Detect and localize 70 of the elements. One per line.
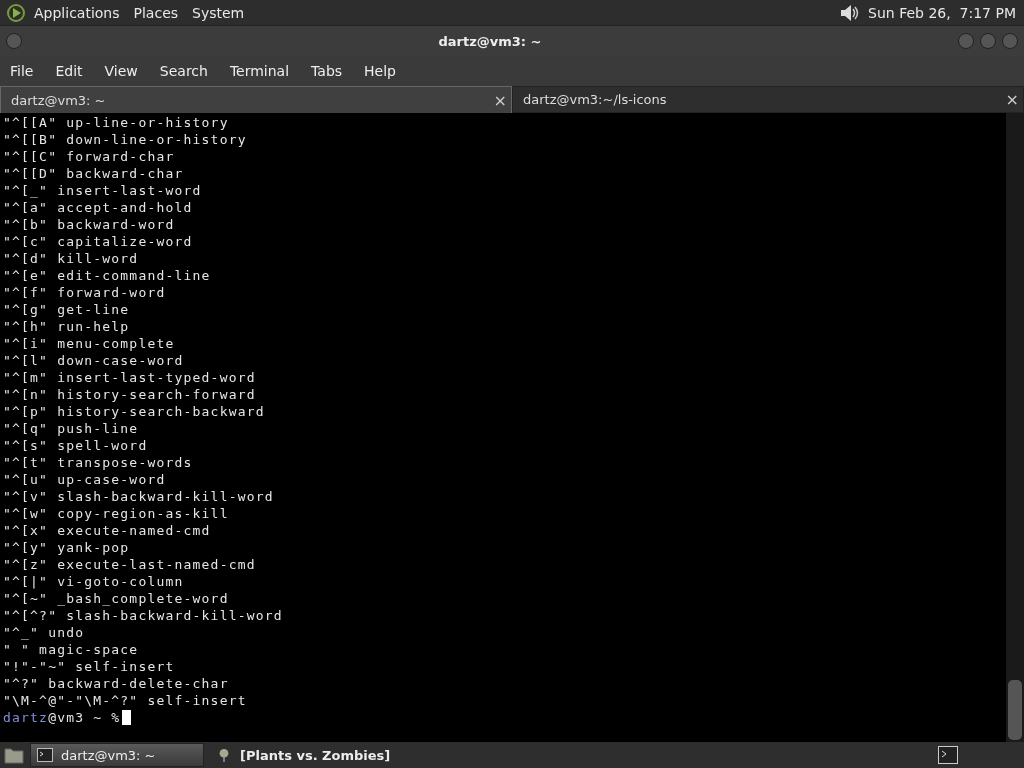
tab[interactable]: dartz@vm3: ~ × — [0, 86, 512, 113]
terminal-line: "^[e" edit-command-line — [3, 267, 212, 284]
prompt-host: @vm3 ~ % — [48, 710, 121, 725]
text-cursor — [122, 710, 132, 725]
terminal-line: "!"-"~" self-insert — [3, 658, 176, 675]
terminal-line: "^[^?" slash-backward-kill-word — [3, 607, 284, 624]
scrollbar-thumb[interactable] — [1008, 680, 1022, 740]
minimize-button[interactable] — [958, 33, 974, 49]
terminal-line: "^[g" get-line — [3, 301, 131, 318]
taskbar-window-button[interactable]: dartz@vm3: ~ — [30, 743, 204, 767]
terminal-line: "^[n" history-search-forward — [3, 386, 257, 403]
terminal-line: "^[_" insert-last-word — [3, 182, 203, 199]
folder-icon[interactable] — [4, 746, 24, 764]
tab-label[interactable]: dartz@vm3:~/ls-icons — [523, 92, 1006, 107]
terminal-line: "^[h" run-help — [3, 318, 131, 335]
terminal-line: "^[w" copy-region-as-kill — [3, 505, 230, 522]
tab-close-button[interactable]: × — [1005, 90, 1019, 109]
scrollbar[interactable] — [1006, 113, 1024, 742]
terminal-line: "^[[A" up-line-or-history — [3, 114, 230, 131]
menu-item[interactable]: Help — [364, 63, 396, 79]
terminal-line: "^[l" down-case-word — [3, 352, 185, 369]
tab-label[interactable]: dartz@vm3: ~ — [11, 92, 494, 108]
terminal-line: "^[z" execute-last-named-cmd — [3, 556, 257, 573]
tab-close-button[interactable]: × — [493, 90, 507, 110]
clock[interactable]: Sun Feb 26, 7:17 PM — [868, 4, 1016, 21]
menu-item[interactable]: View — [104, 63, 138, 79]
taskbar-window-button[interactable]: [Plants vs. Zombies] — [210, 744, 397, 766]
menu-item[interactable]: Edit — [55, 63, 83, 79]
maximize-button[interactable] — [980, 33, 996, 49]
terminal-icon[interactable] — [938, 746, 958, 764]
terminal-line: "^_" undo — [3, 624, 86, 641]
terminal-line: "^[|" vi-goto-column — [3, 573, 185, 590]
prompt-user: dartz — [3, 710, 49, 725]
terminal-line: "^[v" slash-backward-kill-word — [3, 488, 275, 505]
terminal-line: "^[y" yank-pop — [3, 539, 131, 556]
tab[interactable]: dartz@vm3:~/ls-icons × — [512, 86, 1024, 113]
terminal-line: "^[x" execute-named-cmd — [3, 522, 212, 539]
terminal-line: "^[[B" down-line-or-history — [3, 131, 248, 148]
terminal-line: "^[p" history-search-backward — [3, 403, 266, 420]
speaker-icon[interactable] — [838, 2, 861, 23]
terminal-area[interactable] — [0, 113, 1024, 742]
panel-menu[interactable]: System — [192, 4, 245, 21]
terminal-line: "^[[D" backward-char — [3, 165, 185, 182]
menu-item[interactable]: Tabs — [311, 63, 343, 79]
terminal-line: "^[s" spell-word — [3, 437, 149, 454]
terminal-line: "^[f" forward-word — [3, 284, 167, 301]
close-button[interactable] — [1002, 33, 1018, 49]
terminal-line: "^[~" _bash_complete-word — [3, 590, 230, 607]
terminal-line: "^[[C" forward-char — [3, 148, 176, 165]
terminal-line: "^?" backward-delete-char — [3, 675, 230, 692]
terminal-icon — [37, 748, 53, 762]
terminal-line: "^[a" accept-and-hold — [3, 199, 194, 216]
menu-item[interactable]: Terminal — [229, 63, 290, 79]
terminal-line: "^[i" menu-complete — [3, 335, 176, 352]
terminal-line: "\M-^@"-"\M-^?" self-insert — [3, 692, 248, 709]
panel-menu[interactable]: Applications — [34, 4, 120, 21]
terminal-line: "^[t" transpose-words — [3, 454, 194, 471]
menu-item[interactable]: Search — [159, 63, 208, 79]
terminal-line: "^[c" capitalize-word — [3, 233, 194, 250]
terminal-line: "^[q" push-line — [3, 420, 140, 437]
terminal-line: "^[m" insert-last-typed-word — [3, 369, 257, 386]
panel-menu[interactable]: Places — [133, 4, 179, 21]
terminal-line: " " magic-space — [3, 641, 140, 658]
window-menu-button[interactable] — [6, 33, 22, 49]
window-title: dartz@vm3: ~ — [437, 33, 543, 49]
distro-logo-icon[interactable] — [6, 2, 26, 23]
terminal-line: "^[b" backward-word — [3, 216, 176, 233]
terminal-line: "^[d" kill-word — [3, 250, 140, 267]
menu-item[interactable]: File — [10, 63, 34, 79]
terminal-line: "^[u" up-case-word — [3, 471, 167, 488]
